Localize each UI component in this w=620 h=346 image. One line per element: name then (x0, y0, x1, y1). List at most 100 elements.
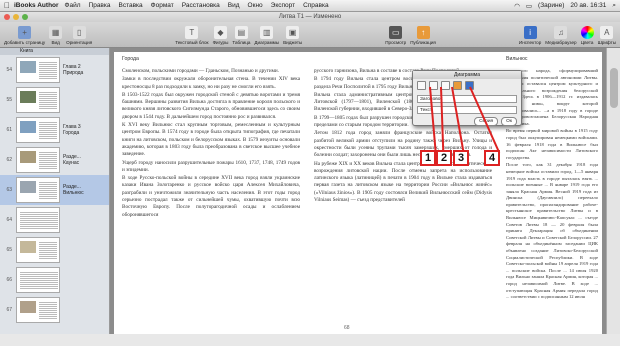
media-button[interactable]: ♫ Медиабраузер (545, 26, 577, 45)
app-menu[interactable]: iBooks Author (14, 2, 59, 9)
paragraph: В ходе Русско-польской войны в середине … (122, 175, 300, 218)
shapes-icon: ◆ (213, 26, 227, 39)
widgets-button[interactable]: ▣ Виджеты (283, 26, 302, 45)
tool-1-icon[interactable] (417, 81, 426, 90)
page-thumb-54[interactable]: 54 Глава 2 Природа (0, 55, 109, 85)
table-button[interactable]: ▤ Таблица (232, 26, 250, 45)
add-page-icon: + (18, 26, 32, 39)
callout-marker-4: 4 (484, 150, 500, 166)
zoom-window-icon[interactable] (22, 14, 28, 20)
thumbnail-image (20, 121, 36, 133)
menu-file[interactable]: Файл (65, 2, 81, 9)
widgets-label: Виджеты (283, 40, 303, 45)
user-name[interactable]: (Зарине) (538, 2, 564, 9)
apple-menu-icon[interactable]:  (0, 1, 14, 10)
text-column-1[interactable]: Смоленском, польскими городами — Гданьск… (122, 68, 300, 220)
menu-help[interactable]: Справка (303, 2, 329, 9)
paragraph: Ущерб городу наносили разрушительные пож… (122, 159, 300, 173)
thumbnail-image (20, 91, 36, 103)
shapes-label: Фигуры (212, 40, 229, 45)
shapes-button[interactable]: ◆ Фигуры (212, 26, 229, 45)
thumbnail-lines (39, 181, 57, 199)
widgets-icon: ▣ (286, 26, 300, 39)
tool-4-icon[interactable] (453, 81, 462, 90)
page-thumb-64[interactable]: 64 (0, 205, 109, 235)
menu-extras: ◠ ▭ (Зарине) 20 ав. 16:31 ⌕ (514, 2, 620, 10)
close-window-icon[interactable] (4, 14, 10, 20)
thumbnail-image (20, 61, 36, 73)
inspector-button[interactable]: i Инспектор (519, 26, 541, 45)
textbox-button[interactable]: T Текстовый блок (175, 26, 209, 45)
page-thumb-65[interactable]: 65 (0, 235, 109, 265)
thumbnail (16, 297, 60, 323)
page-number: 66 (6, 277, 12, 283)
title-bar: Литва Т1 — Изменено (0, 12, 620, 22)
clock[interactable]: 20 ав. 16:31 (570, 2, 606, 9)
colors-button[interactable]: Цвета (580, 26, 594, 45)
add-page-button[interactable]: + Добавить страницу (4, 26, 45, 45)
spotlight-icon[interactable]: ⌕ (612, 2, 616, 10)
media-icon: ♫ (554, 26, 568, 39)
page-number: 54 (6, 67, 12, 73)
page-thumb-55[interactable]: 55 (0, 85, 109, 115)
vertical-scrollbar[interactable] (606, 48, 620, 334)
paragraph: В 1503-1522 годах был окружен городской … (122, 91, 300, 120)
battery-icon[interactable]: ▭ (526, 2, 532, 10)
page-thumb-66[interactable]: 66 (0, 265, 109, 295)
menu-insert[interactable]: Вставка (119, 2, 143, 9)
page-number: 55 (6, 97, 12, 103)
thumbnail-lines (39, 151, 57, 169)
menu-bar:  iBooks Author Файл Правка Вставка Форм… (0, 0, 620, 12)
page-header-right: Вильнюс (506, 56, 528, 62)
media-label: Медиабраузер (545, 40, 577, 45)
thumbnail (16, 207, 60, 233)
paragraph: Замки в последствии окружали оборонитель… (122, 76, 300, 90)
ok-button[interactable]: Ок (501, 117, 517, 126)
charts-label: Диаграммы (254, 40, 280, 45)
sidebar-header: Книга (0, 48, 109, 55)
orientation-button[interactable]: ▯ Ориентация (66, 26, 92, 45)
page-number: 62 (6, 157, 12, 163)
page-number: 67 (6, 307, 12, 313)
menu-edit[interactable]: Правка (89, 2, 111, 9)
page-thumb-62[interactable]: 62 Разде... Каунас (0, 145, 109, 175)
book-sidebar: Книга 54 Глава 2 Природа 55 61 Глава 3 Гор… (0, 48, 110, 334)
thumbnail-image (20, 181, 36, 193)
view-button[interactable]: ▦ Вид (49, 26, 63, 45)
fonts-button[interactable]: A Шрифты (598, 26, 616, 45)
page-thumb-67[interactable]: 67 (0, 295, 109, 325)
publish-icon: ↑ (416, 26, 430, 39)
page-thumb-61[interactable]: 61 Глава 3 Города (0, 115, 109, 145)
thumbnail-lines (20, 211, 58, 229)
page-thumb-63[interactable]: 63 Разде... Вильнюс (0, 175, 109, 205)
callout-marker-3: 3 (453, 150, 469, 166)
inspector-icon: i (523, 26, 537, 39)
toolbar: + Добавить страницу ▦ Вид ▯ Ориентация T Тек… (0, 22, 620, 48)
menu-export[interactable]: Экспорт (271, 2, 295, 9)
window-controls (4, 14, 28, 20)
menu-arrange[interactable]: Расстановка (182, 2, 220, 9)
table-label: Таблица (232, 40, 251, 45)
scrollbar-thumb[interactable] (610, 68, 618, 108)
menu-format[interactable]: Формат (151, 2, 174, 9)
thumbnail (16, 147, 60, 173)
charts-button[interactable]: ▥ Диаграммы (254, 26, 279, 45)
document-canvas[interactable]: Города Вильнюс Смоленском, польскими гор… (110, 48, 620, 334)
thumbnail-image (20, 151, 36, 163)
thumbnail-lines (39, 121, 57, 139)
minimize-window-icon[interactable] (13, 14, 19, 20)
paragraph: К XVI веку Вильнюс стал крупным торговым… (122, 122, 300, 158)
tool-3-icon[interactable] (441, 81, 450, 90)
wifi-icon[interactable]: ◠ (514, 2, 520, 10)
menu-window[interactable]: Окно (248, 2, 263, 9)
thumbnail-image (20, 301, 36, 313)
thumbnail (16, 87, 60, 113)
chart-dialog: Диаграмма Заголовок Текст Серия Ок (412, 70, 522, 126)
textbox-icon: T (185, 26, 199, 39)
menu-view[interactable]: Вид (228, 2, 240, 9)
preview-label: Просмотр (385, 40, 407, 45)
publish-button[interactable]: ↑ Публикация (410, 26, 436, 45)
preview-button[interactable]: ▭ Просмотр (385, 26, 406, 45)
page-number: 65 (6, 247, 12, 253)
book-page[interactable]: Города Вильнюс Смоленском, польскими гор… (114, 52, 602, 334)
